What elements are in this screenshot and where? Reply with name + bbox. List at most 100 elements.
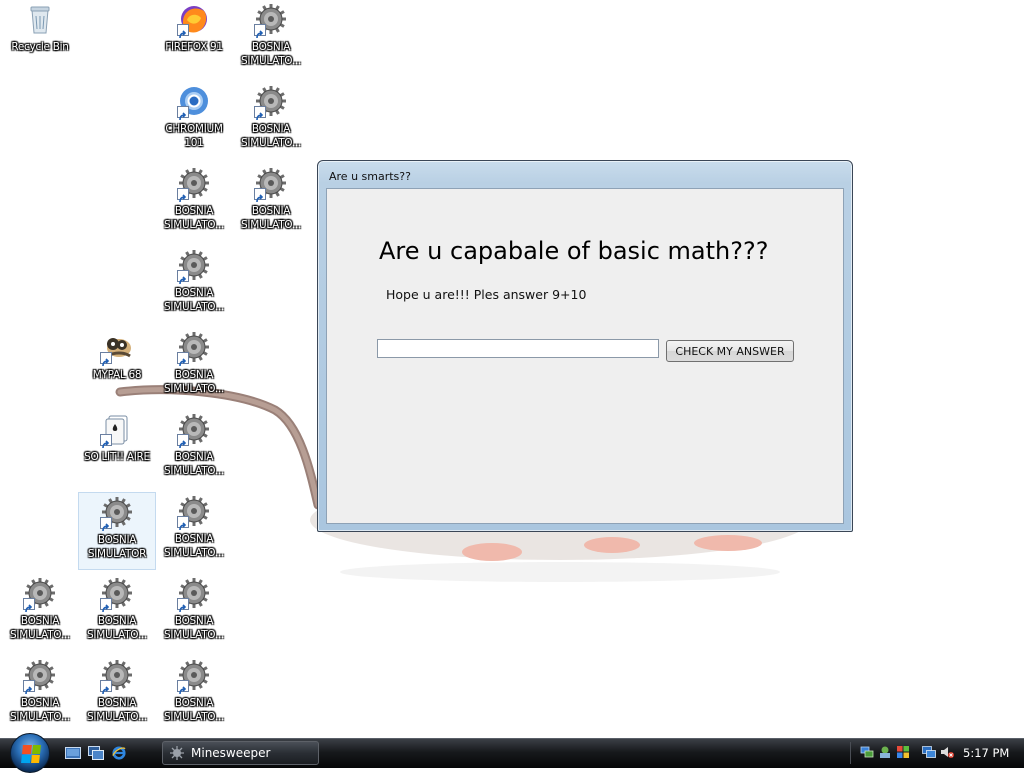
desktop-icon-label: BOSNIA SIMULATO... — [87, 697, 147, 723]
desktop-icon-label: MYPAL 68 — [92, 369, 142, 381]
desktop-icon-label: CHROMIUM 101 — [165, 123, 223, 149]
shortcut-arrow-icon — [177, 270, 189, 285]
internet-explorer-icon[interactable] — [111, 746, 127, 760]
shortcut-arrow-icon — [100, 352, 112, 367]
desktop-icon[interactable]: BOSNIA SIMULATO... — [78, 574, 156, 652]
shortcut-arrow-icon — [100, 434, 112, 449]
desktop-icon-label: BOSNIA SIMULATO... — [164, 205, 224, 231]
shortcut-arrow-icon — [177, 680, 189, 695]
shortcut-arrow-icon — [177, 516, 189, 531]
desktop-icon-label: BOSNIA SIMULATO... — [87, 615, 147, 641]
desktop-icon-label: Recycle Bin — [11, 41, 69, 53]
solitaire-icon — [100, 412, 134, 449]
shortcut-arrow-icon — [254, 106, 266, 121]
shortcut-arrow-icon — [100, 680, 112, 695]
bosnia-gear-icon — [177, 494, 211, 531]
desktop-icon[interactable]: MYPAL 68 — [78, 328, 156, 406]
recycle-bin-icon — [23, 2, 57, 36]
windows-flag-icon — [21, 745, 41, 763]
desktop-icon-label: BOSNIA SIMULATO... — [164, 697, 224, 723]
desktop-icon[interactable]: BOSNIA SIMULATO... — [78, 656, 156, 734]
chromium-icon — [177, 84, 211, 121]
desktop-icon[interactable]: Recycle Bin — [1, 0, 79, 78]
desktop-icon[interactable]: BOSNIA SIMULATO... — [155, 164, 233, 242]
desktop-icon-label: SO LIT!! AIRE — [84, 451, 150, 463]
dialog-heading: Are u capabale of basic math??? — [379, 237, 769, 265]
minesweeper-icon — [170, 746, 184, 760]
bosnia-gear-icon — [100, 658, 134, 695]
desktop-icon[interactable]: FIREFOX 91 — [155, 0, 233, 78]
bosnia-gear-icon — [177, 166, 211, 203]
shortcut-arrow-icon — [177, 598, 189, 613]
mypal-icon — [100, 330, 134, 367]
desktop-icon[interactable]: BOSNIA SIMULATO... — [155, 574, 233, 652]
dialog-client-area: Are u capabale of basic math??? Hope u a… — [326, 188, 844, 524]
desktop-icon[interactable]: BOSNIA SIMULATO... — [232, 0, 310, 78]
action-center-icon[interactable] — [896, 745, 910, 759]
dialog-question-text: Hope u are!!! Ples answer 9+10 — [386, 287, 587, 302]
quiz-dialog-window: Are u smarts?? Are u capabale of basic m… — [317, 160, 853, 532]
desktop-icon-label: BOSNIA SIMULATO... — [241, 41, 301, 67]
tray-separator — [850, 742, 851, 764]
answer-input[interactable] — [377, 339, 659, 358]
desktop-icon[interactable]: BOSNIA SIMULATOR — [78, 492, 156, 570]
desktop-icon[interactable]: BOSNIA SIMULATO... — [155, 246, 233, 324]
volume-muted-icon[interactable] — [940, 745, 954, 759]
shortcut-arrow-icon — [177, 188, 189, 203]
shortcut-arrow-icon — [254, 188, 266, 203]
taskbar-clock[interactable]: 5:17 PM — [963, 746, 1009, 760]
check-answer-button[interactable]: CHECK MY ANSWER — [666, 340, 794, 362]
desktop-icon-label: BOSNIA SIMULATOR — [87, 534, 147, 560]
desktop-icon[interactable]: BOSNIA SIMULATO... — [1, 574, 79, 652]
bosnia-gear-icon — [177, 658, 211, 695]
bosnia-gear-icon — [23, 658, 57, 695]
desktop-icon[interactable]: BOSNIA SIMULATO... — [1, 656, 79, 734]
shortcut-arrow-icon — [177, 352, 189, 367]
bosnia-gear-icon — [23, 576, 57, 613]
shortcut-arrow-icon — [177, 24, 189, 39]
desktop-icon[interactable]: BOSNIA SIMULATO... — [232, 164, 310, 242]
dialog-title: Are u smarts?? — [329, 170, 411, 183]
shortcut-arrow-icon — [177, 434, 189, 449]
desktop-icon-label: BOSNIA SIMULATO... — [10, 615, 70, 641]
bosnia-gear-icon — [177, 248, 211, 285]
bosnia-gear-icon — [254, 166, 288, 203]
windows-start-orb-icon[interactable] — [10, 733, 50, 773]
desktop-icon[interactable]: BOSNIA SIMULATO... — [155, 656, 233, 734]
shortcut-arrow-icon — [100, 517, 112, 532]
desktop-icon[interactable]: SO LIT!! AIRE — [78, 410, 156, 488]
safely-remove-icon[interactable] — [878, 745, 892, 759]
desktop-icon[interactable]: BOSNIA SIMULATO... — [155, 410, 233, 488]
switch-windows-icon[interactable] — [88, 746, 104, 760]
shortcut-arrow-icon — [254, 24, 266, 39]
taskbar-button-minesweeper[interactable]: Minesweeper — [162, 741, 319, 765]
bosnia-gear-icon — [177, 330, 211, 367]
bosnia-gear-icon — [177, 576, 211, 613]
shortcut-arrow-icon — [23, 598, 35, 613]
bosnia-gear-icon — [177, 412, 211, 449]
bosnia-gear-icon — [254, 2, 288, 39]
shortcut-arrow-icon — [177, 106, 189, 121]
desktop-icon[interactable]: BOSNIA SIMULATO... — [155, 492, 233, 570]
network-status-icon[interactable] — [922, 745, 936, 759]
desktop-icon-label: BOSNIA SIMULATO... — [164, 451, 224, 477]
desktop-icon-label: BOSNIA SIMULATO... — [164, 533, 224, 559]
desktop-icon-label: FIREFOX 91 — [165, 41, 223, 53]
desktop-icon-label: BOSNIA SIMULATO... — [241, 205, 301, 231]
shortcut-arrow-icon — [100, 598, 112, 613]
desktop-icon[interactable]: BOSNIA SIMULATO... — [232, 82, 310, 160]
bosnia-gear-icon — [254, 84, 288, 121]
desktop-icon-label: BOSNIA SIMULATO... — [164, 287, 224, 313]
desktop-icon-label: BOSNIA SIMULATO... — [10, 697, 70, 723]
desktop-icon-label: BOSNIA SIMULATO... — [164, 369, 224, 395]
desktop-icon-label: BOSNIA SIMULATO... — [164, 615, 224, 641]
firefox-icon — [177, 2, 211, 39]
bosnia-gear-icon — [100, 576, 134, 613]
bosnia-gear-icon — [100, 495, 134, 532]
taskbar-button-label: Minesweeper — [191, 746, 271, 760]
show-desktop-icon[interactable] — [65, 746, 81, 760]
desktop-icon[interactable]: BOSNIA SIMULATO... — [155, 328, 233, 406]
desktop-icon[interactable]: CHROMIUM 101 — [155, 82, 233, 160]
desktop-icon-label: BOSNIA SIMULATO... — [241, 123, 301, 149]
network-icon[interactable] — [860, 745, 874, 759]
